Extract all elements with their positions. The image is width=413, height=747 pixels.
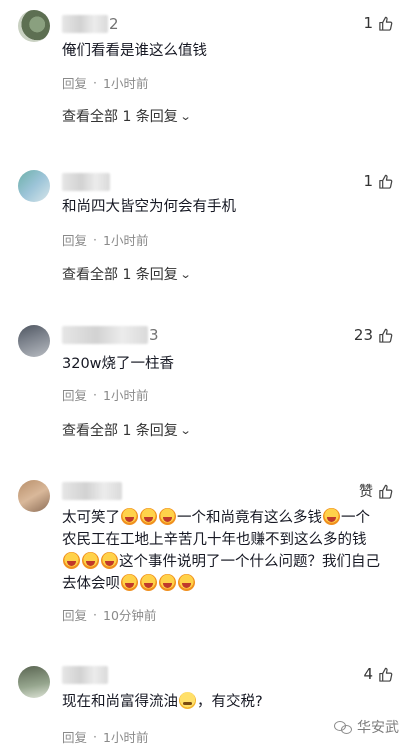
view-replies-label: 查看全部 1 条回复 (62, 267, 178, 283)
comment-time: 1小时前 (103, 729, 149, 745)
comment-meta: 回复 · 1小时前 (62, 230, 149, 249)
comment-time: 1小时前 (103, 75, 149, 91)
view-replies-button[interactable]: 查看全部 1 条回复 ⌄ (62, 106, 192, 126)
comment-text-part: ，有交税? (197, 694, 263, 710)
reply-button[interactable]: 回复 (62, 230, 87, 249)
chevron-down-icon: ⌄ (179, 267, 192, 281)
comment-text-part: 现在和尚富得流油 (62, 694, 178, 710)
comment-text: 和尚四大皆空为何会有手机 (62, 199, 236, 215)
comment-time: 1小时前 (103, 232, 149, 248)
laughing-emoji-icon (323, 508, 340, 525)
avatar[interactable] (18, 170, 50, 202)
chevron-down-icon: ⌄ (179, 423, 192, 437)
like-label: 赞 (359, 484, 373, 500)
like-button[interactable]: 1 (363, 12, 393, 34)
laughing-emoji-icon (178, 574, 195, 591)
laughing-emoji-icon (101, 552, 118, 569)
comment-text: 俺们看看是谁这么值钱 (62, 43, 207, 59)
username[interactable]: 2 (62, 12, 119, 34)
laughing-emoji-icon (140, 508, 157, 525)
comment-time: 10分钟前 (103, 607, 157, 623)
username[interactable] (62, 479, 123, 501)
like-count: 1 (363, 14, 373, 32)
comment-text: 现在和尚富得流油 ，有交税? (62, 691, 382, 713)
laughing-emoji-icon (121, 574, 138, 591)
avatar[interactable] (18, 10, 50, 42)
thumbs-up-icon (379, 484, 393, 499)
username[interactable]: 3 (62, 323, 159, 345)
reply-button[interactable]: 回复 (62, 605, 87, 624)
like-button[interactable]: 4 (363, 663, 393, 685)
comment-meta: 回复 · 10分钟前 (62, 605, 157, 624)
comment-text: 320w烧了一柱香 (62, 356, 175, 372)
avatar[interactable] (18, 480, 50, 512)
view-replies-button[interactable]: 查看全部 1 条回复 ⌄ (62, 264, 192, 284)
like-button[interactable]: 23 (354, 324, 393, 346)
wechat-logo-icon (334, 720, 352, 734)
reply-button[interactable]: 回复 (62, 727, 87, 746)
avatar[interactable] (18, 325, 50, 357)
thumbs-up-icon (379, 16, 393, 31)
laughing-emoji-icon (159, 508, 176, 525)
thumbs-up-icon (379, 328, 393, 343)
thumbs-up-icon (379, 174, 393, 189)
comment-time: 1小时前 (103, 387, 149, 403)
laughing-emoji-icon (82, 552, 99, 569)
comment-meta: 回复 · 1小时前 (62, 73, 149, 92)
view-replies-label: 查看全部 1 条回复 (62, 109, 178, 125)
avatar[interactable] (18, 666, 50, 698)
like-count: 4 (363, 665, 373, 683)
watermark: 华安武 (334, 717, 399, 737)
comment-text-part: 一个和尚竟有这么多钱 (177, 510, 322, 526)
view-replies-button[interactable]: 查看全部 1 条回复 ⌄ (62, 420, 192, 440)
like-button[interactable]: 1 (363, 170, 393, 192)
watermark-text: 华安武 (357, 720, 399, 736)
view-replies-label: 查看全部 1 条回复 (62, 423, 178, 439)
comment-text-part: 太可笑了 (62, 510, 120, 526)
comment-meta: 回复 · 1小时前 (62, 727, 149, 746)
chevron-down-icon: ⌄ (179, 109, 192, 123)
like-count: 23 (353, 326, 373, 344)
comment-text: 太可笑了 一个和尚竟有这么多钱 一个农民工在工地上辛苦几十年也赚不到这么多的钱这个事… (62, 507, 380, 595)
laughing-emoji-icon (159, 574, 176, 591)
username-suffix: 2 (109, 14, 119, 33)
sweat-smile-emoji-icon (179, 692, 196, 709)
like-count: 1 (363, 172, 373, 190)
like-button[interactable]: 赞 (359, 480, 393, 502)
username-suffix: 3 (149, 325, 159, 344)
username[interactable] (62, 170, 111, 192)
username[interactable] (62, 663, 109, 685)
laughing-emoji-icon (121, 508, 138, 525)
comment-meta: 回复 · 1小时前 (62, 385, 149, 404)
thumbs-up-icon (379, 667, 393, 682)
reply-button[interactable]: 回复 (62, 73, 87, 92)
reply-button[interactable]: 回复 (62, 385, 87, 404)
laughing-emoji-icon (140, 574, 157, 591)
laughing-emoji-icon (63, 552, 80, 569)
